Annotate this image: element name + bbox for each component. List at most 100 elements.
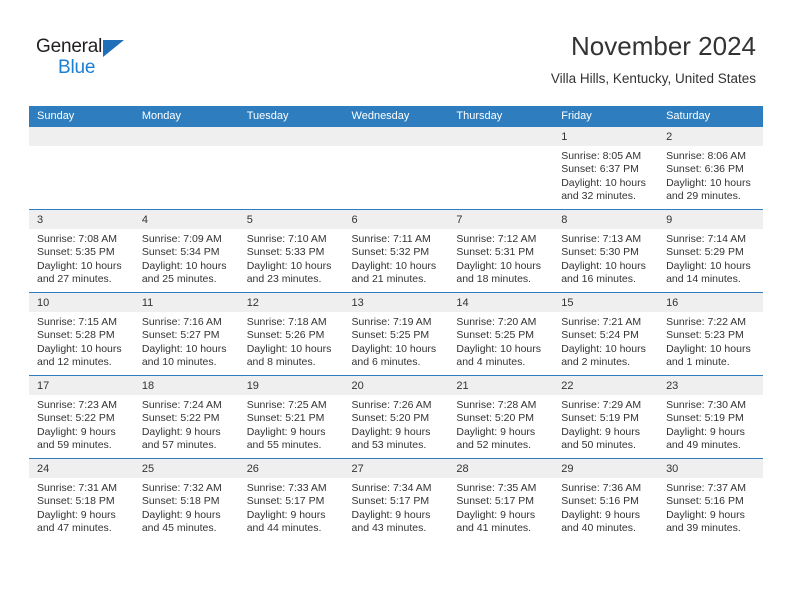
calendar-cell-day[interactable]: 13 Sunrise: 7:19 AM Sunset: 5:25 PM Dayligh… <box>343 292 449 376</box>
day-details: Sunrise: 7:18 AM Sunset: 5:26 PM Daylight:… <box>239 312 344 370</box>
calendar-cell-day[interactable]: 14 Sunrise: 7:20 AM Sunset: 5:25 PM Dayligh… <box>448 292 554 376</box>
calendar-cell-day[interactable]: 6 Sunrise: 7:11 AM Sunset: 5:32 PM Daylight… <box>343 209 449 293</box>
calendar-cell-day[interactable]: 15 Sunrise: 7:21 AM Sunset: 5:24 PM Dayligh… <box>553 292 659 376</box>
daylight-text: Daylight: 10 hours and 6 minutes. <box>351 342 437 369</box>
daylight-text: Daylight: 10 hours and 1 minute. <box>666 342 751 369</box>
calendar-cell-day[interactable]: 8 Sunrise: 7:13 AM Sunset: 5:30 PM Daylight… <box>553 209 659 293</box>
day-number: 20 <box>343 376 449 395</box>
sunset-text: Sunset: 5:24 PM <box>561 329 639 342</box>
page-subtitle: Villa Hills, Kentucky, United States <box>550 71 756 86</box>
sunset-text: Sunset: 5:33 PM <box>246 246 325 259</box>
calendar-cell-day[interactable]: 30 Sunrise: 7:37 AM Sunset: 5:16 PM Dayligh… <box>658 458 763 541</box>
day-details: Sunrise: 7:26 AM Sunset: 5:20 PM Daylight:… <box>344 395 449 453</box>
calendar-cell-day[interactable]: 19 Sunrise: 7:25 AM Sunset: 5:21 PM Dayligh… <box>238 375 344 459</box>
calendar-cell-day[interactable]: 1 Sunrise: 8:05 AM Sunset: 6:37 PM Daylight… <box>553 127 659 210</box>
day-details: Sunrise: 7:16 AM Sunset: 5:27 PM Daylight:… <box>134 312 239 370</box>
calendar-cell-day[interactable]: 22 Sunrise: 7:29 AM Sunset: 5:19 PM Dayligh… <box>553 375 659 459</box>
daylight-text: Daylight: 10 hours and 8 minutes. <box>246 342 332 369</box>
day-number: 27 <box>343 459 449 478</box>
calendar-cell-day[interactable]: 20 Sunrise: 7:26 AM Sunset: 5:20 PM Dayligh… <box>343 375 449 459</box>
sunset-text: Sunset: 5:25 PM <box>456 329 535 342</box>
sunset-text: Sunset: 5:16 PM <box>666 495 744 508</box>
sunrise-text: Sunrise: 7:14 AM <box>666 233 747 245</box>
calendar-cell-day[interactable]: 26 Sunrise: 7:33 AM Sunset: 5:17 PM Dayligh… <box>238 458 344 541</box>
calendar-cell-day[interactable]: 23 Sunrise: 7:30 AM Sunset: 5:19 PM Dayligh… <box>658 375 763 459</box>
day-number: 26 <box>238 459 344 478</box>
sunrise-text: Sunrise: 7:15 AM <box>37 316 117 328</box>
sunset-text: Sunset: 5:17 PM <box>351 495 430 508</box>
sunrise-text: Sunrise: 7:10 AM <box>246 233 327 245</box>
calendar-cell-empty <box>238 127 344 210</box>
daylight-text: Daylight: 10 hours and 32 minutes. <box>561 176 646 203</box>
day-details: Sunrise: 7:30 AM Sunset: 5:19 PM Daylight:… <box>658 395 763 453</box>
day-number: 4 <box>133 210 239 229</box>
weekday-header-saturday: Saturday <box>658 106 763 127</box>
day-details: Sunrise: 7:28 AM Sunset: 5:20 PM Daylight:… <box>448 395 553 453</box>
calendar-cell-day[interactable]: 11 Sunrise: 7:16 AM Sunset: 5:27 PM Dayligh… <box>133 292 239 376</box>
sunset-text: Sunset: 5:18 PM <box>141 495 220 508</box>
sunrise-text: Sunrise: 7:33 AM <box>246 482 327 494</box>
daylight-text: Daylight: 10 hours and 4 minutes. <box>456 342 542 369</box>
sunset-text: Sunset: 5:29 PM <box>666 246 744 259</box>
calendar-cell-day[interactable]: 12 Sunrise: 7:18 AM Sunset: 5:26 PM Dayligh… <box>238 292 344 376</box>
day-details: Sunrise: 8:05 AM Sunset: 6:37 PM Daylight:… <box>553 146 658 204</box>
calendar-cell-day[interactable]: 27 Sunrise: 7:34 AM Sunset: 5:17 PM Dayligh… <box>343 458 449 541</box>
calendar-cell-empty <box>29 127 134 210</box>
sunrise-text: Sunrise: 8:05 AM <box>561 150 642 162</box>
day-number: 29 <box>553 459 659 478</box>
day-number: 19 <box>238 376 344 395</box>
daylight-text: Daylight: 9 hours and 59 minutes. <box>37 425 116 452</box>
day-details: Sunrise: 7:25 AM Sunset: 5:21 PM Daylight:… <box>239 395 344 453</box>
day-details: Sunrise: 7:36 AM Sunset: 5:16 PM Daylight:… <box>553 478 658 536</box>
day-number: 7 <box>448 210 554 229</box>
page-title: November 2024 <box>571 31 756 61</box>
sunset-text: Sunset: 5:17 PM <box>246 495 325 508</box>
calendar-cell-day[interactable]: 4 Sunrise: 7:09 AM Sunset: 5:34 PM Daylight… <box>133 209 239 293</box>
weekday-header-wednesday: Wednesday <box>343 106 449 127</box>
calendar-cell-day[interactable]: 7 Sunrise: 7:12 AM Sunset: 5:31 PM Daylight… <box>448 209 554 293</box>
day-details: Sunrise: 7:33 AM Sunset: 5:17 PM Daylight:… <box>239 478 344 536</box>
daylight-text: Daylight: 10 hours and 12 minutes. <box>37 342 122 369</box>
sunset-text: Sunset: 5:28 PM <box>37 329 115 342</box>
sunrise-text: Sunrise: 7:29 AM <box>561 399 642 411</box>
calendar-cell-day[interactable]: 9 Sunrise: 7:14 AM Sunset: 5:29 PM Daylight… <box>658 209 763 293</box>
calendar-cell-day[interactable]: 21 Sunrise: 7:28 AM Sunset: 5:20 PM Dayligh… <box>448 375 554 459</box>
sunset-text: Sunset: 5:35 PM <box>37 246 115 259</box>
calendar-cell-day[interactable]: 29 Sunrise: 7:36 AM Sunset: 5:16 PM Dayligh… <box>553 458 659 541</box>
day-details: Sunrise: 7:32 AM Sunset: 5:18 PM Daylight:… <box>134 478 239 536</box>
sunset-text: Sunset: 5:18 PM <box>37 495 115 508</box>
calendar-cell-day[interactable]: 16 Sunrise: 7:22 AM Sunset: 5:23 PM Dayligh… <box>658 292 763 376</box>
sunrise-text: Sunrise: 7:31 AM <box>37 482 117 494</box>
day-details: Sunrise: 7:20 AM Sunset: 5:25 PM Daylight:… <box>448 312 553 370</box>
calendar-cell-day[interactable]: 5 Sunrise: 7:10 AM Sunset: 5:33 PM Daylight… <box>238 209 344 293</box>
day-number: 3 <box>29 210 134 229</box>
calendar-cell-day[interactable]: 17 Sunrise: 7:23 AM Sunset: 5:22 PM Dayligh… <box>29 375 134 459</box>
calendar-cell-day[interactable]: 24 Sunrise: 7:31 AM Sunset: 5:18 PM Dayligh… <box>29 458 134 541</box>
daylight-text: Daylight: 9 hours and 50 minutes. <box>561 425 641 452</box>
calendar-cell-day[interactable]: 10 Sunrise: 7:15 AM Sunset: 5:28 PM Dayligh… <box>29 292 134 376</box>
sunrise-text: Sunrise: 7:20 AM <box>456 316 537 328</box>
weekday-header-sunday: Sunday <box>29 106 134 127</box>
calendar-cell-day[interactable]: 18 Sunrise: 7:24 AM Sunset: 5:22 PM Dayligh… <box>133 375 239 459</box>
sunrise-text: Sunrise: 7:28 AM <box>456 399 537 411</box>
calendar-cell-day[interactable]: 25 Sunrise: 7:32 AM Sunset: 5:18 PM Dayligh… <box>133 458 239 541</box>
day-number: 14 <box>448 293 554 312</box>
calendar-cell-day[interactable]: 28 Sunrise: 7:35 AM Sunset: 5:17 PM Dayligh… <box>448 458 554 541</box>
calendar-week-row: 17 Sunrise: 7:23 AM Sunset: 5:22 PM Dayligh… <box>29 375 763 459</box>
weekday-header-tuesday: Tuesday <box>238 106 344 127</box>
generalblue-logo[interactable]: General Blue <box>36 36 146 82</box>
day-number <box>29 127 134 146</box>
calendar-body: 1 Sunrise: 8:05 AM Sunset: 6:37 PM Daylight… <box>29 127 763 541</box>
calendar-cell-day[interactable]: 3 Sunrise: 7:08 AM Sunset: 5:35 PM Daylight… <box>29 209 134 293</box>
daylight-text: Daylight: 10 hours and 16 minutes. <box>561 259 646 286</box>
daylight-text: Daylight: 9 hours and 45 minutes. <box>141 508 221 535</box>
day-number: 10 <box>29 293 134 312</box>
day-number: 1 <box>553 127 659 146</box>
logo-text-general: General <box>36 36 103 57</box>
triangle-icon <box>103 40 124 57</box>
calendar-cell-day[interactable]: 2 Sunrise: 8:06 AM Sunset: 6:36 PM Daylight… <box>658 127 763 210</box>
sunrise-text: Sunrise: 7:22 AM <box>666 316 747 328</box>
sunrise-text: Sunrise: 7:11 AM <box>351 233 431 245</box>
weekday-header-monday: Monday <box>133 106 239 127</box>
daylight-text: Daylight: 9 hours and 55 minutes. <box>246 425 326 452</box>
